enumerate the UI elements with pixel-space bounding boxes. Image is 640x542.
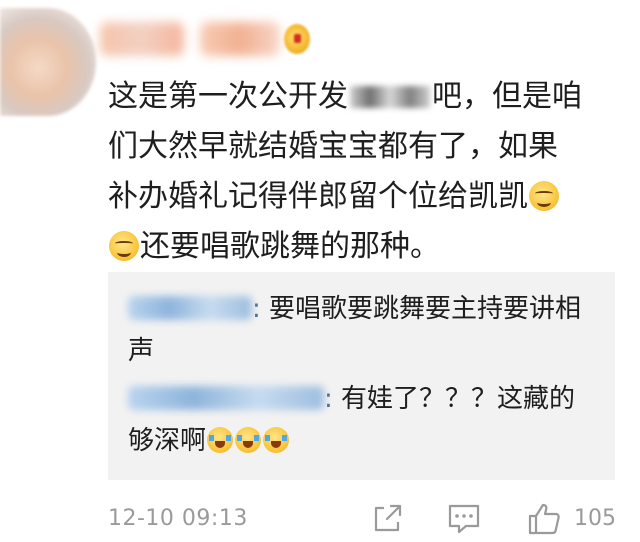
laugh-cry-emoji-icon	[207, 427, 234, 453]
like-count: 105	[574, 506, 616, 531]
comment-timestamp: 12-10 09:13	[108, 506, 248, 531]
comment-text-line4: 还要唱歌跳舞的那种。	[140, 229, 440, 264]
reply-button[interactable]	[446, 502, 482, 536]
reply-item[interactable]: : 要唱歌要跳舞要主持要讲相声	[128, 288, 598, 372]
smirk-emoji-icon	[529, 181, 559, 211]
comment-body: 这是第一次公开发 吧，但是咱 们大然早就结婚宝宝都有了，如果 补办婚礼记得伴郎留个…	[108, 72, 608, 272]
like-button[interactable]	[526, 502, 562, 536]
laugh-cry-emoji-icon	[235, 427, 262, 453]
laugh-cry-emoji-icon	[263, 427, 290, 453]
comment-text-line2: 们大然早就结婚宝宝都有了，如果	[108, 129, 558, 164]
reply-colon: :	[324, 384, 333, 414]
reply-colon: :	[252, 294, 261, 324]
avatar[interactable]	[0, 8, 96, 116]
username-blurred[interactable]	[100, 22, 184, 56]
share-button[interactable]	[370, 502, 406, 536]
reply-thread[interactable]: : 要唱歌要跳舞要主持要讲相声 : 有娃了？？？这藏的够深啊	[108, 272, 615, 480]
censored-text	[350, 86, 430, 108]
thumbs-up-icon	[528, 503, 560, 535]
comment-text-line1a: 这是第一次公开发	[108, 79, 348, 114]
share-external-icon	[374, 504, 402, 532]
comment-text-line3: 补办婚礼记得伴郎留个位给凯凯	[108, 179, 528, 214]
smirk-emoji-icon	[109, 231, 139, 261]
comment-text-line1b: 吧，但是咱	[432, 79, 582, 114]
reply-username-blurred[interactable]	[128, 296, 252, 320]
reply-username-blurred[interactable]	[128, 386, 324, 410]
comment-bubble-icon	[448, 504, 480, 534]
username-blurred-part2[interactable]	[200, 22, 280, 56]
vip-badge-icon	[284, 24, 310, 54]
reply-item[interactable]: : 有娃了？？？这藏的够深啊	[128, 378, 598, 462]
comment-footer: 12-10 09:13 105	[0, 496, 640, 542]
